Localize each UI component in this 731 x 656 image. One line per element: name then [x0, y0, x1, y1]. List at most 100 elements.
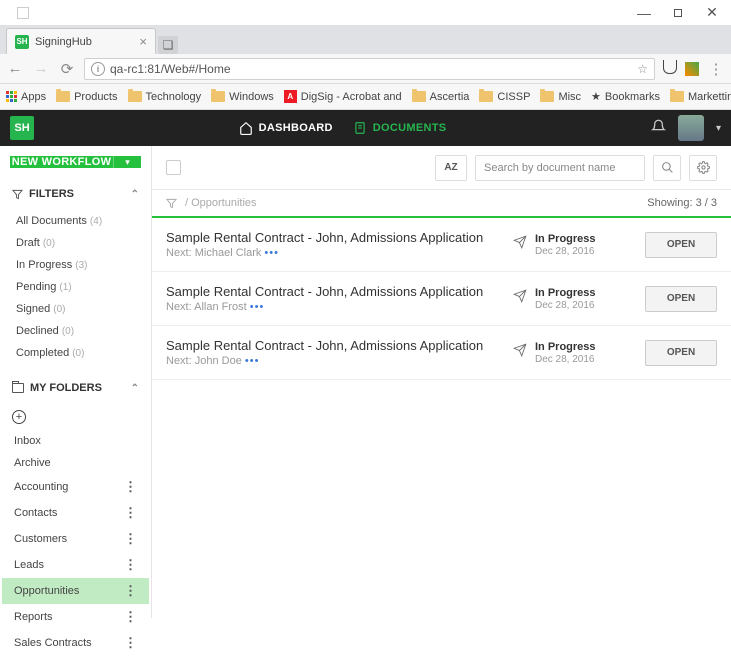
bookmark-item[interactable]: ADigSig - Acrobat and [284, 90, 402, 103]
more-icon[interactable]: ⋮ [124, 505, 137, 521]
folder-item[interactable]: Opportunities⋮ [2, 578, 149, 604]
document-row[interactable]: Sample Rental Contract - John, Admission… [152, 326, 731, 380]
folder-item[interactable]: Customers⋮ [2, 526, 149, 552]
new-workflow-button[interactable]: NEW WORKFLOW [10, 156, 113, 168]
chevron-up-icon: ⌃ [131, 189, 139, 200]
more-icon[interactable]: ⋮ [124, 583, 137, 599]
browser-tab[interactable]: SH SigningHub × [6, 28, 156, 54]
open-button[interactable]: OPEN [645, 232, 717, 258]
search-button[interactable] [653, 155, 681, 181]
doc-next: Next: Allan Frost ••• [166, 301, 501, 313]
site-info-icon[interactable]: i [91, 62, 105, 76]
myfolders-header[interactable]: MY FOLDERS ⌃ [0, 372, 151, 404]
sort-button[interactable]: AZ [435, 155, 467, 181]
funnel-icon [12, 189, 23, 200]
window-close[interactable]: ✕ [695, 3, 729, 23]
filter-item[interactable]: Signed (0) [6, 298, 145, 320]
more-dots[interactable]: ••• [264, 247, 279, 259]
folder-icon [56, 91, 70, 102]
filters-header[interactable]: FILTERS ⌃ [0, 178, 151, 210]
bookmark-item[interactable]: Misc [540, 91, 581, 103]
window-maximize[interactable] [661, 3, 695, 23]
more-icon[interactable]: ⋮ [124, 531, 137, 547]
apps-button[interactable]: Apps [6, 91, 46, 103]
extension-icon[interactable] [685, 62, 699, 76]
folder-icon [670, 91, 684, 102]
back-icon[interactable]: ← [6, 60, 24, 77]
folder-item[interactable]: Inbox [2, 430, 149, 452]
tab-close-icon[interactable]: × [139, 34, 147, 49]
filter-item[interactable]: Completed (0) [6, 342, 145, 364]
open-button[interactable]: OPEN [645, 286, 717, 312]
search-input[interactable]: Search by document name [475, 155, 645, 181]
menu-icon[interactable]: ⋮ [707, 60, 725, 78]
window-titlebar: — ✕ [0, 0, 731, 26]
bookmark-item[interactable]: Windows [211, 91, 274, 103]
folder-item[interactable]: Reports⋮ [2, 604, 149, 630]
select-all-checkbox[interactable] [166, 160, 181, 175]
bookmark-item[interactable]: ★Bookmarks [591, 90, 660, 103]
settings-button[interactable] [689, 155, 717, 181]
app-logo[interactable]: SH [10, 116, 34, 140]
app-header: SH DASHBOARD DOCUMENTS ▾ [0, 110, 731, 146]
filter-item[interactable]: Pending (1) [6, 276, 145, 298]
avatar[interactable] [678, 115, 704, 141]
nav-documents[interactable]: DOCUMENTS [353, 121, 447, 135]
chevron-up-icon: ⌃ [131, 383, 139, 394]
folder-icon [479, 91, 493, 102]
window-minimize[interactable]: — [627, 3, 661, 23]
pocket-icon[interactable] [663, 60, 677, 74]
bell-icon[interactable] [651, 119, 666, 137]
bookmark-item[interactable]: Technology [128, 91, 202, 103]
folder-item[interactable]: Contacts⋮ [2, 500, 149, 526]
bookmark-item[interactable]: Products [56, 91, 117, 103]
doc-next: Next: John Doe ••• [166, 355, 501, 367]
bookmark-item[interactable]: Marketting [670, 91, 731, 103]
more-icon[interactable]: ⋮ [124, 479, 137, 495]
home-icon [239, 121, 253, 135]
more-dots[interactable]: ••• [250, 301, 265, 313]
folder-icon [412, 91, 426, 102]
new-tab-button[interactable]: ❏ [158, 36, 178, 54]
more-icon[interactable]: ⋮ [124, 635, 137, 651]
more-dots[interactable]: ••• [245, 355, 260, 367]
reload-icon[interactable]: ⟳ [58, 60, 76, 78]
more-icon[interactable]: ⋮ [124, 609, 137, 625]
folder-icon [211, 91, 225, 102]
filter-item[interactable]: All Documents (4) [6, 210, 145, 232]
forward-icon[interactable]: → [32, 60, 50, 77]
star-icon[interactable]: ☆ [637, 62, 648, 76]
filter-item[interactable]: In Progress (3) [6, 254, 145, 276]
breadcrumb-path: / Opportunities [185, 197, 257, 209]
browser-tabs: SH SigningHub × ❏ [0, 26, 731, 54]
folder-item[interactable]: Sales Contracts⋮ [2, 630, 149, 656]
chevron-down-icon[interactable]: ▾ [716, 123, 721, 134]
filter-item[interactable]: Declined (0) [6, 320, 145, 342]
doc-next: Next: Michael Clark ••• [166, 247, 501, 259]
document-icon [353, 121, 367, 135]
document-row[interactable]: Sample Rental Contract - John, Admission… [152, 218, 731, 272]
page-icon [6, 3, 40, 23]
nav-dashboard[interactable]: DASHBOARD [239, 121, 333, 135]
add-folder-button[interactable]: + [12, 410, 26, 424]
toolbar: AZ Search by document name [152, 146, 731, 190]
document-row[interactable]: Sample Rental Contract - John, Admission… [152, 272, 731, 326]
new-workflow-dropdown[interactable]: ▾ [113, 156, 141, 168]
open-button[interactable]: OPEN [645, 340, 717, 366]
folder-item[interactable]: Archive [2, 452, 149, 474]
filter-item[interactable]: Draft (0) [6, 232, 145, 254]
url-text: qa-rc1:81/Web#/Home [110, 62, 231, 76]
bookmark-item[interactable]: Ascertia [412, 91, 470, 103]
doc-date: Dec 28, 2016 [535, 300, 595, 311]
more-icon[interactable]: ⋮ [124, 557, 137, 573]
doc-date: Dec 28, 2016 [535, 246, 595, 257]
url-field[interactable]: i qa-rc1:81/Web#/Home ☆ [84, 58, 655, 80]
folder-item[interactable]: Accounting⋮ [2, 474, 149, 500]
tab-title: SigningHub [35, 36, 92, 48]
gear-icon [697, 161, 710, 174]
folder-icon [12, 383, 24, 393]
bookmark-item[interactable]: CISSP [479, 91, 530, 103]
send-icon [513, 289, 527, 303]
folder-item[interactable]: Leads⋮ [2, 552, 149, 578]
search-icon [661, 161, 674, 174]
